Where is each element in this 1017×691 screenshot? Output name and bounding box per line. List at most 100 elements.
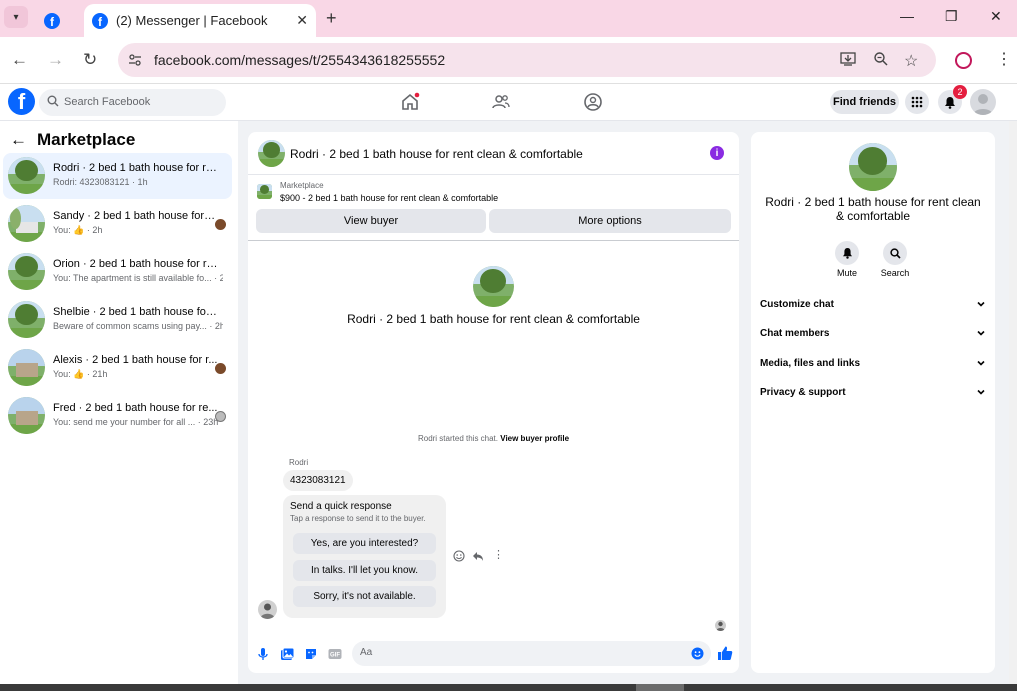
- chat-name: Fred · 2 bed 1 bath house for re...: [53, 402, 218, 414]
- back-arrow-icon[interactable]: ←: [10, 130, 27, 150]
- browser-tab-facebook[interactable]: f: [36, 4, 76, 37]
- home-icon[interactable]: [400, 92, 420, 112]
- conversation-intro-title: Rodri · 2 bed 1 bath house for rent clea…: [347, 312, 640, 326]
- search-icon: [47, 95, 59, 107]
- url-text: facebook.com/messages/t/2554343618255552: [154, 52, 446, 68]
- facebook-logo[interactable]: f: [8, 88, 35, 115]
- marketplace-chat-list: ← Marketplace Rodri · 2 bed 1 bath house…: [0, 121, 238, 691]
- forward-icon[interactable]: →: [47, 50, 64, 70]
- restore-icon[interactable]: ❐: [945, 8, 958, 25]
- horizontal-scrollbar-thumb[interactable]: [636, 684, 684, 691]
- page-vertical-scrollbar[interactable]: [1009, 121, 1017, 684]
- bookmark-star-icon[interactable]: ☆: [904, 51, 918, 71]
- emoji-icon[interactable]: [691, 647, 704, 660]
- participant-avatar: [215, 219, 226, 230]
- tab-search-dropdown[interactable]: ▾: [4, 6, 28, 28]
- search-placeholder: Search Facebook: [64, 96, 151, 108]
- chat-started-text: Rodri started this chat.: [417, 434, 499, 443]
- facebook-header: f Search Facebook Find friends 2: [0, 84, 1017, 121]
- chat-item-alexis[interactable]: Alexis · 2 bed 1 bath house for r... You…: [3, 345, 232, 391]
- seen-indicator-avatar: [715, 620, 726, 631]
- tab-close-icon[interactable]: ✕: [296, 12, 308, 29]
- message-more-icon[interactable]: ⋮: [493, 548, 504, 561]
- facebook-favicon-icon: f: [92, 12, 108, 29]
- back-icon[interactable]: ←: [11, 50, 28, 70]
- browser-menu-icon[interactable]: ⋮: [996, 49, 1012, 69]
- customize-chat-section[interactable]: Customize chat: [760, 296, 986, 316]
- minimize-icon[interactable]: —: [900, 8, 914, 24]
- view-buyer-button[interactable]: View buyer: [256, 209, 486, 233]
- zoom-icon[interactable]: [873, 51, 889, 70]
- reload-icon[interactable]: ↻: [83, 50, 97, 70]
- details-avatar: [849, 143, 897, 191]
- chat-started-notice: Rodri started this chat. View buyer prof…: [248, 434, 739, 443]
- chat-item-rodri[interactable]: Rodri · 2 bed 1 bath house for rent... R…: [3, 153, 232, 199]
- conversation-title[interactable]: Rodri · 2 bed 1 bath house for rent clea…: [290, 147, 583, 161]
- account-avatar[interactable]: [970, 89, 996, 115]
- conversation-avatar[interactable]: [258, 140, 285, 167]
- svg-text:GIF: GIF: [330, 653, 340, 659]
- install-app-icon[interactable]: [840, 51, 856, 70]
- browser-tab-messenger[interactable]: f (2) Messenger | Facebook ✕: [84, 4, 316, 37]
- more-options-button[interactable]: More options: [489, 209, 731, 233]
- sender-avatar[interactable]: [258, 600, 277, 619]
- chat-item-fred[interactable]: Fred · 2 bed 1 bath house for re... You:…: [3, 393, 232, 439]
- chat-preview: Beware of common scams using pay... · 2h: [53, 321, 223, 331]
- chat-item-shelbie[interactable]: Shelbie · 2 bed 1 bath house for re... B…: [3, 297, 232, 343]
- address-bar[interactable]: facebook.com/messages/t/2554343618255552…: [118, 43, 936, 77]
- listing-thumbnail[interactable]: [257, 184, 272, 199]
- chat-item-orion[interactable]: Orion · 2 bed 1 bath house for rent... Y…: [3, 249, 232, 295]
- search-label: Search: [880, 268, 910, 278]
- site-info-icon[interactable]: [126, 51, 144, 69]
- chevron-down-icon: [977, 389, 985, 395]
- message-bubble[interactable]: 4323083121: [283, 470, 353, 491]
- search-in-conversation-button[interactable]: [883, 241, 907, 265]
- view-buyer-profile-link[interactable]: View buyer profile: [500, 434, 569, 443]
- react-emoji-icon[interactable]: [453, 550, 465, 562]
- chat-preview: You: 👍 · 2h: [53, 225, 103, 235]
- friends-icon[interactable]: [491, 92, 511, 112]
- horizontal-scrollbar[interactable]: [0, 684, 1017, 691]
- find-friends-button[interactable]: Find friends: [830, 90, 899, 114]
- quick-response-card: Send a quick response Tap a response to …: [283, 495, 446, 618]
- listing-banner: Marketplace $900 - 2 bed 1 bath house fo…: [248, 176, 739, 241]
- listing-category: Marketplace: [280, 181, 324, 190]
- chat-members-section[interactable]: Chat members: [760, 325, 986, 345]
- photo-icon[interactable]: [280, 647, 294, 661]
- tab-title: (2) Messenger | Facebook: [116, 13, 268, 28]
- listing-thumbnail: [8, 397, 45, 434]
- gif-icon[interactable]: GIF: [328, 647, 342, 661]
- media-files-links-section[interactable]: Media, files and links: [760, 355, 986, 375]
- mute-button[interactable]: [835, 241, 859, 265]
- section-label: Chat members: [760, 328, 830, 339]
- quick-response-button[interactable]: In talks. I'll let you know.: [293, 560, 436, 581]
- reply-icon[interactable]: [472, 550, 484, 562]
- chat-preview: You: The apartment is still available fo…: [53, 273, 223, 283]
- new-tab-icon[interactable]: +: [326, 8, 337, 29]
- like-thumbs-up-icon[interactable]: [717, 645, 733, 661]
- chevron-down-icon: [977, 360, 985, 366]
- notification-count-badge: 2: [953, 85, 967, 99]
- groups-icon[interactable]: [583, 92, 603, 112]
- mute-label: Mute: [836, 268, 857, 278]
- quick-response-button[interactable]: Sorry, it's not available.: [293, 586, 436, 607]
- quick-response-button[interactable]: Yes, are you interested?: [293, 533, 436, 554]
- message-input-placeholder: Aa: [360, 647, 373, 658]
- search-facebook-input[interactable]: Search Facebook: [39, 89, 226, 116]
- privacy-support-section[interactable]: Privacy & support: [760, 384, 986, 404]
- browser-profile-icon[interactable]: [955, 52, 972, 69]
- window-close-icon[interactable]: ✕: [990, 8, 1002, 25]
- message-input[interactable]: Aa: [352, 641, 711, 666]
- listing-price[interactable]: $900 - 2 bed 1 bath house for rent clean…: [280, 193, 498, 203]
- section-label: Media, files and links: [760, 358, 861, 369]
- chat-item-sandy[interactable]: Sandy · 2 bed 1 bath house for r... You:…: [3, 201, 232, 247]
- info-icon[interactable]: i: [710, 146, 724, 160]
- bell-icon: [842, 248, 852, 259]
- participant-avatar: [215, 411, 226, 422]
- chevron-down-icon: [977, 301, 985, 307]
- conversation-intro-avatar: [473, 266, 514, 307]
- menu-grid-icon[interactable]: [905, 90, 929, 114]
- microphone-icon[interactable]: [256, 647, 270, 661]
- sticker-icon[interactable]: [304, 647, 318, 661]
- listing-thumbnail: [8, 157, 45, 194]
